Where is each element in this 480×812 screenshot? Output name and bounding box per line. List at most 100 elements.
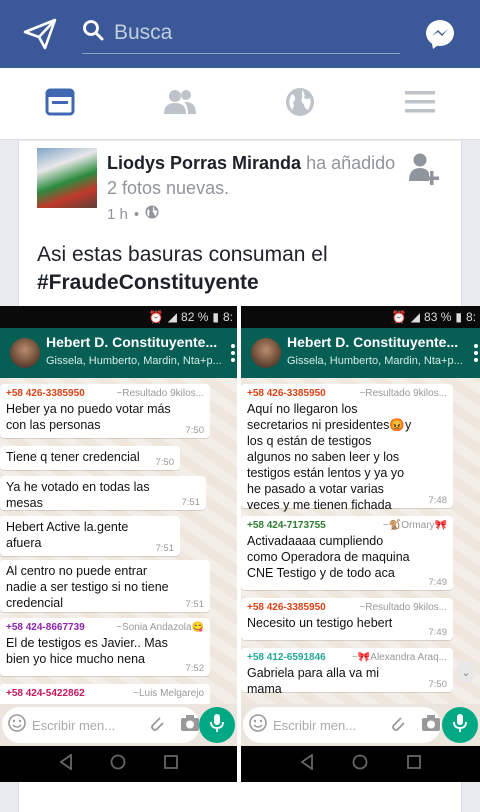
add-friend-button[interactable] (407, 151, 443, 187)
mic-icon (453, 713, 467, 738)
search-bar[interactable] (82, 12, 400, 54)
chat-members: Gissela, Humberto, Mardin, Nta+p... (287, 355, 463, 367)
search-input[interactable] (114, 20, 374, 45)
tab-notifications[interactable] (240, 68, 360, 140)
post-photo-2[interactable]: ⏰ ◢ 83 % ▮ 8: Hebert D. Constituyente...… (241, 306, 480, 782)
message-bubble: Ya he votado en todas las mesas 7:51 (0, 476, 206, 510)
android-nav-bar (0, 746, 237, 782)
sender-phone: +58 424-8667739 (6, 622, 85, 633)
message-input[interactable]: Escribir men... (243, 707, 441, 743)
hashtag-link[interactable]: #FraudeConstituyente (37, 269, 447, 297)
sender-phone: +58 426-3385950 (247, 388, 326, 399)
message-bubble: +58 412-6591846 ~🎀Alexandra Araq... Gabri… (241, 648, 453, 696)
signal-icon: ◢ (410, 310, 421, 324)
message-text: Al centro no puede entrar nadie a ser te… (6, 564, 169, 610)
mic-button[interactable] (442, 707, 478, 743)
message-time: 7:48 (428, 495, 448, 506)
message-time: 7:52 (185, 663, 205, 674)
top-app-bar (0, 0, 480, 68)
message-time: 7:51 (181, 497, 201, 508)
message-text: Tiene q tener credencial (6, 450, 140, 464)
post-meta: 1 h • (107, 205, 159, 223)
recents-icon[interactable] (406, 754, 421, 774)
message-text: El de testigos es Javier.. Mas bien yo h… (6, 636, 168, 666)
attach-icon[interactable] (148, 714, 166, 737)
message-time: 7:51 (185, 599, 205, 610)
input-placeholder: Escribir men... (32, 717, 116, 733)
back-icon[interactable] (59, 752, 73, 775)
scroll-down-button[interactable]: ⌄ (456, 662, 476, 682)
mic-button[interactable] (199, 707, 235, 743)
tab-friends[interactable] (120, 68, 240, 140)
battery-percent: 82 % (181, 310, 209, 324)
more-options-icon (231, 344, 235, 362)
group-avatar (10, 338, 40, 368)
add-friend-icon (407, 153, 443, 191)
battery-percent: 83 % (424, 310, 452, 324)
camera-icon[interactable] (421, 714, 441, 737)
message-bubble: Tiene q tener credencial 7:50 (0, 446, 180, 470)
message-bubble: +58 424-7173755 ~🐒Ormary🎀 Activadaaaa cum… (241, 516, 453, 590)
author-avatar[interactable] (37, 148, 97, 208)
message-bubble: +58 424-5422862 ~Luis Melgarejo (0, 684, 210, 704)
message-text: Necesito un testigo hebert (247, 616, 393, 630)
post-header: Liodys Porras Miranda ha añadido 2 fotos… (107, 151, 397, 201)
sender-alias: ~🎀Alexandra Araq... (351, 652, 447, 663)
mic-icon (210, 713, 224, 738)
tab-menu[interactable] (360, 68, 480, 140)
message-time: 7:50 (155, 457, 175, 468)
tab-news-feed[interactable] (0, 68, 120, 140)
more-options-icon (474, 344, 478, 362)
sender-alias: ~Resultado 9kilos... (116, 388, 204, 399)
message-time: 7:50 (185, 425, 205, 436)
message-text: Ya he votado en todas las mesas (6, 480, 150, 510)
message-time: 7:49 (428, 577, 448, 588)
recents-icon[interactable] (164, 754, 179, 774)
message-time: 7:49 (428, 627, 448, 638)
phone-status-bar: ⏰ ◢ 82 % ▮ 8: (0, 306, 237, 328)
battery-icon: ▮ (455, 310, 462, 324)
message-bubble: Al centro no puede entrar nadie a ser te… (0, 560, 210, 612)
home-icon[interactable] (110, 754, 126, 775)
clock-text: 8: (465, 310, 476, 324)
message-text: Heber ya no puedo votar más con las pers… (6, 402, 171, 432)
sender-phone: +58 424-7173755 (247, 520, 326, 531)
message-bubble: +58 426-3385950 ~Resultado 9kilos... Nece… (241, 598, 453, 640)
sender-alias: ~Luis Melgarejo (133, 688, 204, 699)
message-bubble: +58 426-3385950 ~Resultado 9kilos... Hebe… (0, 384, 210, 438)
post-body: Asi estas basuras consuman el #FraudeCon… (37, 241, 447, 297)
alarm-icon: ⏰ (391, 310, 407, 324)
back-icon[interactable] (300, 752, 314, 775)
alarm-icon: ⏰ (148, 310, 164, 324)
chat-messages: +58 426-3385950 ~Resultado 9kilos... Aquí… (241, 378, 480, 704)
emoji-icon[interactable] (8, 713, 26, 737)
message-bubble: +58 426-3385950 ~Resultado 9kilos... Aquí… (241, 384, 453, 512)
sender-phone: +58 426-3385950 (6, 388, 85, 399)
post-photo-1[interactable]: ⏰ ◢ 82 % ▮ 8: Hebert D. Constituyente...… (0, 306, 237, 782)
message-bubble: Hebert Active la.gente afuera 7:51 (0, 516, 180, 556)
signal-icon: ◢ (167, 310, 178, 324)
paper-plane-icon[interactable] (22, 16, 58, 52)
post-time[interactable]: 1 h (107, 206, 128, 223)
clock-text: 8: (222, 310, 233, 324)
sender-phone: +58 426-3385950 (247, 602, 326, 613)
message-bubble: +58 424-8667739 ~Sonia Andazola😋 El de te… (0, 618, 210, 676)
message-input[interactable]: Escribir men... (2, 707, 200, 743)
author-name[interactable]: Liodys Porras Miranda (107, 153, 301, 173)
group-avatar (251, 338, 281, 368)
chat-header: Hebert D. Constituyente... Gissela, Humb… (241, 328, 480, 378)
news-feed-icon (45, 88, 75, 121)
camera-icon[interactable] (180, 714, 200, 737)
friends-icon (162, 88, 198, 121)
attach-icon[interactable] (389, 714, 407, 737)
emoji-icon[interactable] (249, 713, 267, 737)
hamburger-menu-icon (404, 89, 436, 120)
navigation-tab-bar (0, 68, 480, 140)
sender-alias: ~Sonia Andazola😋 (116, 622, 204, 633)
home-icon[interactable] (352, 754, 368, 775)
chat-members: Gissela, Humberto, Mardin, Nta+p... (46, 355, 222, 367)
messenger-icon[interactable] (422, 16, 458, 52)
battery-icon: ▮ (212, 310, 219, 324)
sender-alias: ~Resultado 9kilos... (359, 388, 447, 399)
chat-header: Hebert D. Constituyente... Gissela, Humb… (0, 328, 237, 378)
